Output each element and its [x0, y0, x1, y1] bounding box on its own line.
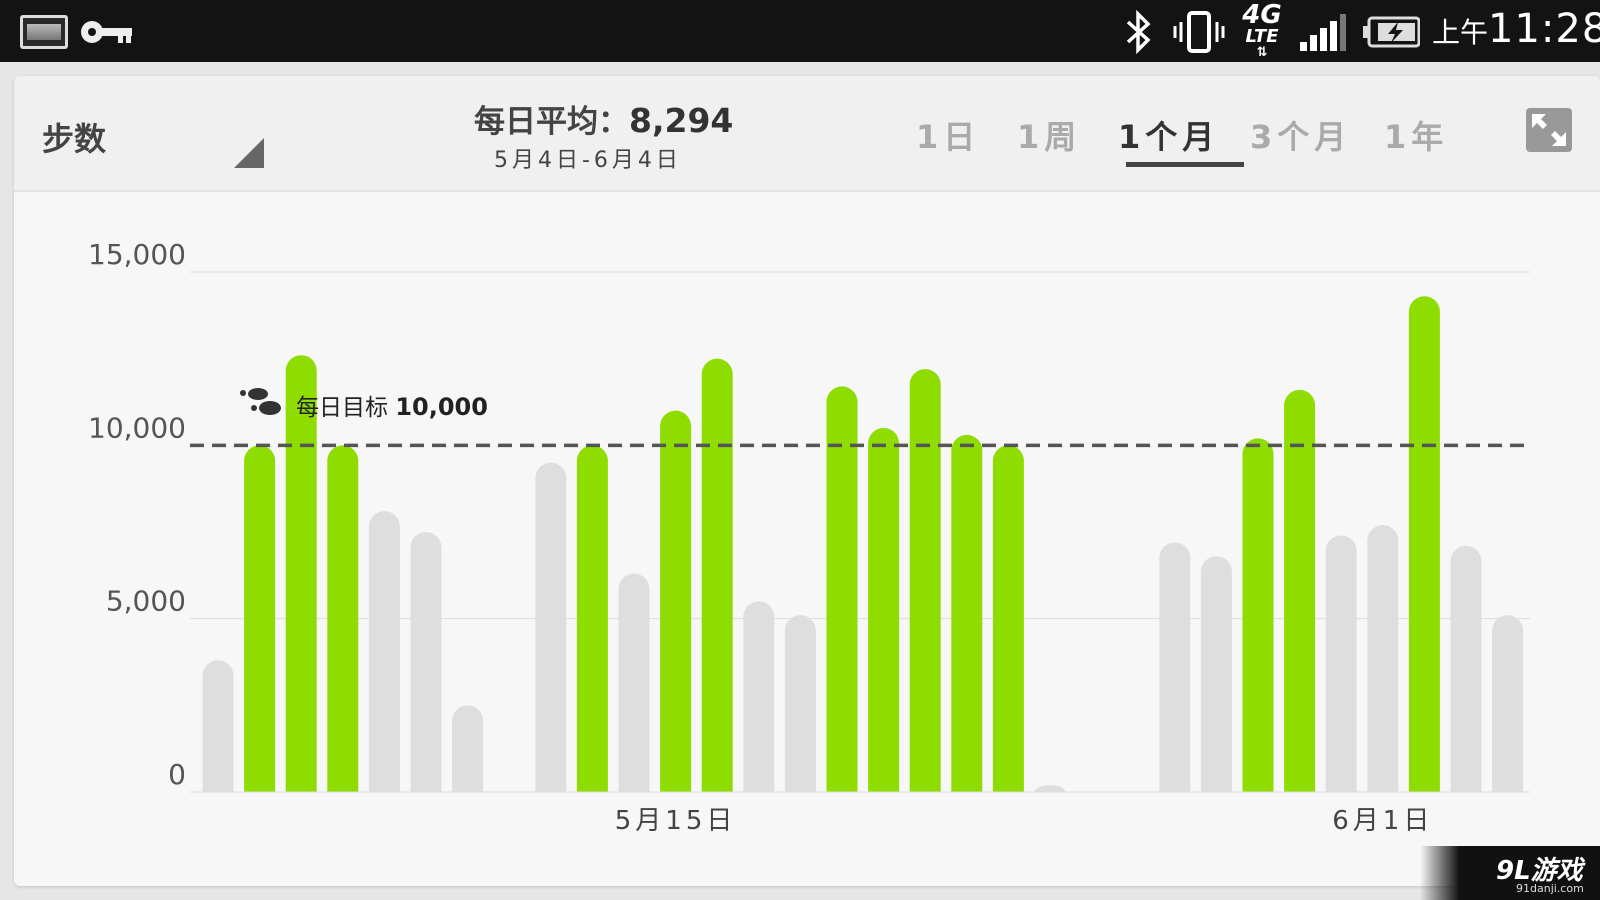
daily-goal-value: 10,000 — [395, 393, 488, 421]
bluetooth-icon — [1126, 10, 1151, 54]
metric-selector-label[interactable]: 步数 — [42, 114, 106, 160]
lte-arrows: ⇅ — [1256, 45, 1268, 60]
steps-card: 步数 每日平均：8,294 5月4日-6月4日 1日 1周 1个月 3个月 1年 — [14, 76, 1600, 886]
lte-top: 4G — [1242, 0, 1282, 30]
daily-average-value: 8,294 — [629, 101, 734, 140]
gallery-icon — [20, 15, 68, 49]
collapse-icon[interactable] — [1526, 108, 1572, 152]
date-range: 5月4日-6月4日 — [494, 148, 682, 173]
tab-1-year[interactable]: 1年 — [1384, 112, 1448, 158]
daily-goal-caption: 每日目标 — [296, 395, 388, 421]
lte-icon: 4G LTE ⇅ — [1238, 2, 1286, 60]
tab-3-months[interactable]: 3个月 — [1250, 112, 1351, 158]
footprints-icon — [240, 388, 281, 415]
lte-bottom: LTE — [1245, 26, 1279, 47]
clock-time: 11:28 — [1488, 6, 1600, 52]
daily-average-label: 每日平均： — [474, 104, 629, 140]
tab-1-week[interactable]: 1周 — [1017, 112, 1081, 158]
tab-1-month[interactable]: 1个月 — [1118, 112, 1219, 158]
dropdown-corner-icon[interactable] — [234, 138, 264, 168]
card-header: 步数 每日平均：8,294 5月4日-6月4日 1日 1周 1个月 3个月 1年 — [14, 76, 1600, 192]
vibrate-icon — [1173, 11, 1225, 53]
active-tab-indicator — [1126, 162, 1244, 167]
status-bar: 4G LTE ⇅ 上午11:28 — [0, 0, 1600, 62]
battery-charging-icon — [1363, 16, 1420, 48]
clock-ampm: 上午 — [1432, 16, 1489, 49]
key-icon — [81, 21, 132, 43]
daily-goal-label: 每日目标 10,000 — [296, 388, 488, 422]
signal-icon — [1300, 14, 1346, 51]
watermark-url: 91danji.com — [1516, 882, 1584, 895]
tab-1-day[interactable]: 1日 — [916, 112, 980, 158]
daily-average: 每日平均：8,294 — [474, 96, 733, 141]
status-clock: 上午11:28 — [1432, 6, 1600, 52]
